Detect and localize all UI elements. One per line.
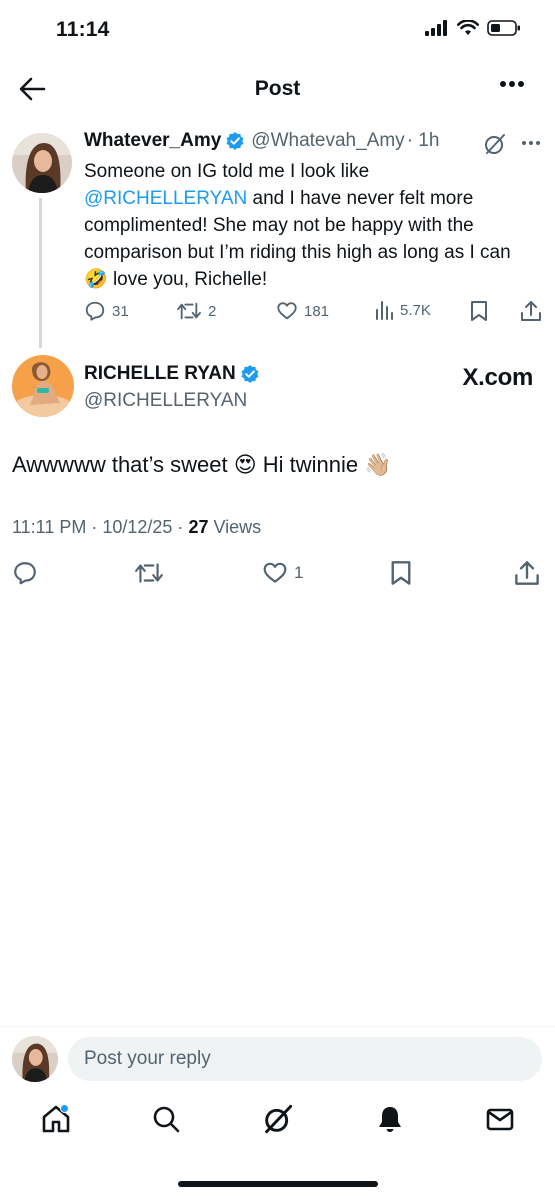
verified-icon [226,132,244,150]
more-options-button[interactable] [499,80,525,88]
tweet-text: Someone on IG told me I look like [84,161,370,182]
share-icon [521,301,541,321]
like-button[interactable]: 181 [276,300,329,322]
tweet1-header: Whatever_Amy @Whatevah_Amy · 1h [84,130,439,152]
tweet-text: love you, Richelle! [107,269,268,290]
avatar-richelle-ryan[interactable] [12,355,74,417]
more-icon [500,81,524,87]
post-meta: 11:11 PM · 10/12/25 · 27 Views [12,517,261,538]
wifi-icon [457,20,479,35]
share-button[interactable] [514,560,540,586]
my-avatar[interactable] [12,1036,58,1082]
repost-icon [135,563,163,583]
reply-icon [85,301,105,321]
author-name[interactable]: RICHELLE RYAN [84,363,236,385]
nav-grok[interactable] [262,1103,294,1135]
notification-dot [60,1104,69,1113]
share-button[interactable] [520,300,542,322]
avatar-image [12,1036,58,1082]
nav-search[interactable] [150,1103,182,1135]
avatar-image [12,133,72,193]
bookmark-icon [471,301,487,321]
repost-count: 2 [208,302,217,320]
more-icon [522,141,540,145]
tweet2-text: Awwwww that’s sweet 😍 Hi twinnie 👋🏼 [12,452,392,478]
home-indicator [178,1181,378,1187]
reply-button[interactable] [12,560,38,586]
bookmark-button[interactable] [390,560,412,586]
thread-line [39,198,42,348]
status-icons [425,20,521,36]
like-icon [263,562,287,583]
views-count: 27 [188,517,209,537]
views-button[interactable]: 5.7K [374,300,431,320]
reply-input[interactable]: Post your reply [68,1037,542,1081]
reply-placeholder: Post your reply [84,1048,211,1069]
grok-icon [265,1104,293,1134]
tweet2-header: RICHELLE RYAN [84,363,260,385]
repost-button[interactable] [134,560,164,586]
views-label: Views [208,517,262,537]
status-time: 11:14 [56,18,110,41]
nav-messages[interactable] [484,1103,516,1135]
like-button[interactable]: 1 [262,560,303,586]
bottom-nav [0,1103,555,1147]
like-count: 181 [304,302,330,320]
post-time: · 1h [406,130,440,151]
repost-icon [177,302,201,320]
tweet-text: Awwwww that’s sweet [12,452,234,477]
bell-icon [379,1107,401,1132]
author-handle[interactable]: @RICHELLERYAN [84,390,247,412]
battery-icon [487,20,520,36]
grok-button[interactable] [483,132,507,156]
tweet1-actions: 31 2 181 5.7K [84,300,544,326]
tweet1-text: Someone on IG told me I look like @RICHE… [84,158,524,293]
grok-icon [485,134,505,154]
bookmark-button[interactable] [470,300,488,322]
wave-emoji: 👋🏼 [364,453,392,478]
reply-button[interactable]: 31 [84,300,129,322]
xcom-watermark: X.com [462,364,533,391]
heart-eyes-emoji: 😍 [233,453,257,478]
search-icon [153,1106,180,1133]
mail-icon [486,1108,514,1131]
mention-link[interactable]: @RICHELLERYAN [84,188,247,209]
bookmark-icon [391,561,411,585]
views-count: 5.7K [400,301,431,319]
avatar-whatever-amy[interactable] [12,133,72,193]
repost-button[interactable]: 2 [176,300,216,322]
tweet-more-button[interactable] [521,140,541,146]
signal-icon [425,20,447,36]
nav-notifications[interactable] [374,1103,406,1135]
tweet2-actions: 1 [12,560,542,590]
views-icon [376,301,393,320]
rofl-emoji: 🤣 [84,268,108,290]
like-count: 1 [294,563,304,582]
verified-icon [241,365,259,383]
tweet-text: Hi twinnie [256,452,365,477]
author-handle[interactable]: @Whatevah_Amy [251,130,404,152]
like-icon [277,302,297,320]
post-timestamp: 11:11 PM · 10/12/25 · [12,517,189,537]
reply-count: 31 [112,302,129,320]
share-icon [515,561,539,585]
reply-icon [14,562,36,585]
avatar-image [12,355,74,417]
page-title: Post [254,77,301,100]
reply-divider [0,1026,555,1027]
author-name[interactable]: Whatever_Amy [84,130,221,152]
